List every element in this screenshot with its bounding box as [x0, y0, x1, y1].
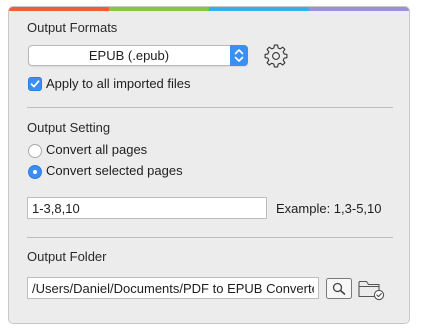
settings-panel: Output Formats EPUB (.epub) Apply to all… — [8, 6, 410, 324]
output-folder-title: Output Folder — [27, 249, 107, 264]
folder-check-icon[interactable] — [357, 277, 385, 301]
stripe-blue — [209, 7, 309, 11]
output-setting-title: Output Setting — [27, 120, 111, 135]
magnifier-icon[interactable] — [326, 278, 352, 299]
gear-icon[interactable] — [263, 43, 289, 69]
radio-convert-all-label[interactable]: Convert all pages — [46, 142, 147, 157]
apply-all-label[interactable]: Apply to all imported files — [46, 76, 191, 91]
format-select[interactable]: EPUB (.epub) — [28, 45, 248, 66]
radio-convert-selected-label[interactable]: Convert selected pages — [46, 163, 183, 178]
radio-convert-selected[interactable] — [28, 165, 42, 179]
output-path-input[interactable] — [27, 277, 319, 299]
apply-all-checkbox[interactable] — [28, 77, 42, 91]
color-stripe — [9, 7, 409, 11]
divider — [27, 237, 393, 238]
radio-convert-all[interactable] — [28, 144, 42, 158]
stripe-green — [109, 7, 209, 11]
page-range-input[interactable] — [27, 197, 267, 219]
output-formats-title: Output Formats — [27, 20, 118, 35]
stripe-red — [9, 7, 109, 11]
updown-chevron-icon — [230, 45, 248, 66]
stripe-purple — [309, 7, 409, 11]
divider — [27, 107, 393, 108]
format-select-value: EPUB (.epub) — [88, 48, 170, 63]
page-range-example: Example: 1,3-5,10 — [276, 201, 382, 216]
